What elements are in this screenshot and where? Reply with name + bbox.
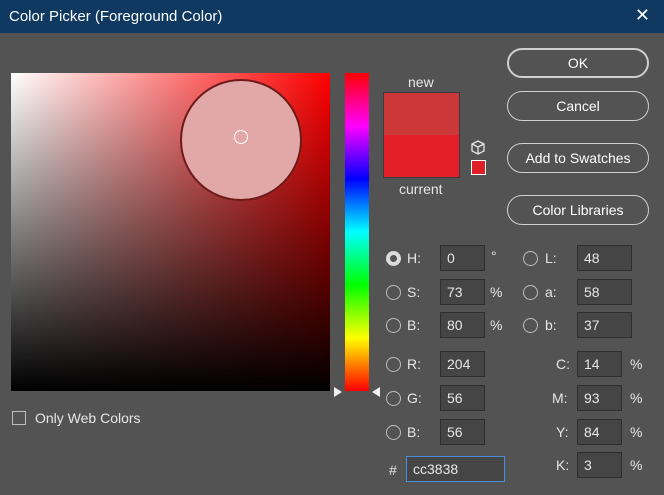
input-y[interactable]: 84 <box>577 419 622 445</box>
color-libraries-button[interactable]: Color Libraries <box>507 195 649 225</box>
label-y: Y: <box>556 424 569 440</box>
current-color-swatch[interactable] <box>384 135 459 177</box>
label-m: M: <box>552 390 568 406</box>
cube-icon[interactable] <box>470 140 486 156</box>
hue-slider-handle-right[interactable] <box>372 387 380 397</box>
radio-a[interactable] <box>523 285 538 300</box>
input-k[interactable]: 3 <box>577 452 622 478</box>
label-g: G: <box>407 390 422 406</box>
label-hex: # <box>389 462 397 478</box>
radio-r[interactable] <box>386 357 401 372</box>
input-g[interactable]: 56 <box>440 385 485 411</box>
input-r[interactable]: 204 <box>440 351 485 377</box>
label-a: a: <box>545 284 557 300</box>
input-m[interactable]: 93 <box>577 385 622 411</box>
input-b-lab[interactable]: 37 <box>577 312 632 338</box>
current-color-label: current <box>399 181 443 197</box>
ok-button[interactable]: OK <box>507 48 649 78</box>
unit-c: % <box>630 356 643 372</box>
new-color-label: new <box>408 74 434 90</box>
label-c: C: <box>556 356 570 372</box>
cancel-button[interactable]: Cancel <box>507 91 649 121</box>
unit-m: % <box>630 390 643 406</box>
window-title: Color Picker (Foreground Color) <box>9 8 223 25</box>
radio-s[interactable] <box>386 285 401 300</box>
hue-slider-handle-left[interactable] <box>334 387 342 397</box>
input-l[interactable]: 48 <box>577 245 632 271</box>
radio-brightness[interactable] <box>386 318 401 333</box>
input-c[interactable]: 14 <box>577 351 622 377</box>
label-blue: B: <box>407 424 421 440</box>
new-color-swatch <box>384 93 459 135</box>
add-to-swatches-button[interactable]: Add to Swatches <box>507 143 649 173</box>
label-brightness: B: <box>407 317 421 333</box>
web-safe-color-swatch[interactable] <box>471 160 486 175</box>
radio-l[interactable] <box>523 251 538 266</box>
label-h: H: <box>407 250 421 266</box>
radio-b-lab[interactable] <box>523 318 538 333</box>
input-a[interactable]: 58 <box>577 279 632 305</box>
title-bar: Color Picker (Foreground Color) ✕ <box>0 0 664 33</box>
only-web-colors-label: Only Web Colors <box>35 410 141 426</box>
label-l: L: <box>545 250 557 266</box>
input-blue[interactable]: 56 <box>440 419 485 445</box>
label-r: R: <box>407 356 421 372</box>
label-s: S: <box>407 284 421 300</box>
label-b-lab: b: <box>545 317 557 333</box>
close-icon[interactable]: ✕ <box>635 6 650 24</box>
unit-h: ° <box>491 248 497 264</box>
unit-brightness: % <box>490 317 503 333</box>
unit-y: % <box>630 424 643 440</box>
input-h[interactable]: 0 <box>440 245 485 271</box>
color-field-cursor[interactable] <box>234 130 248 144</box>
unit-k: % <box>630 457 643 473</box>
hex-input[interactable]: cc3838 <box>406 456 505 482</box>
radio-blue[interactable] <box>386 425 401 440</box>
radio-g[interactable] <box>386 391 401 406</box>
input-brightness[interactable]: 80 <box>440 312 485 338</box>
input-s[interactable]: 73 <box>440 279 485 305</box>
only-web-colors-checkbox[interactable] <box>12 411 26 425</box>
hue-slider[interactable] <box>345 73 369 391</box>
label-k: K: <box>556 457 570 473</box>
unit-s: % <box>490 284 503 300</box>
radio-h[interactable] <box>386 251 401 266</box>
